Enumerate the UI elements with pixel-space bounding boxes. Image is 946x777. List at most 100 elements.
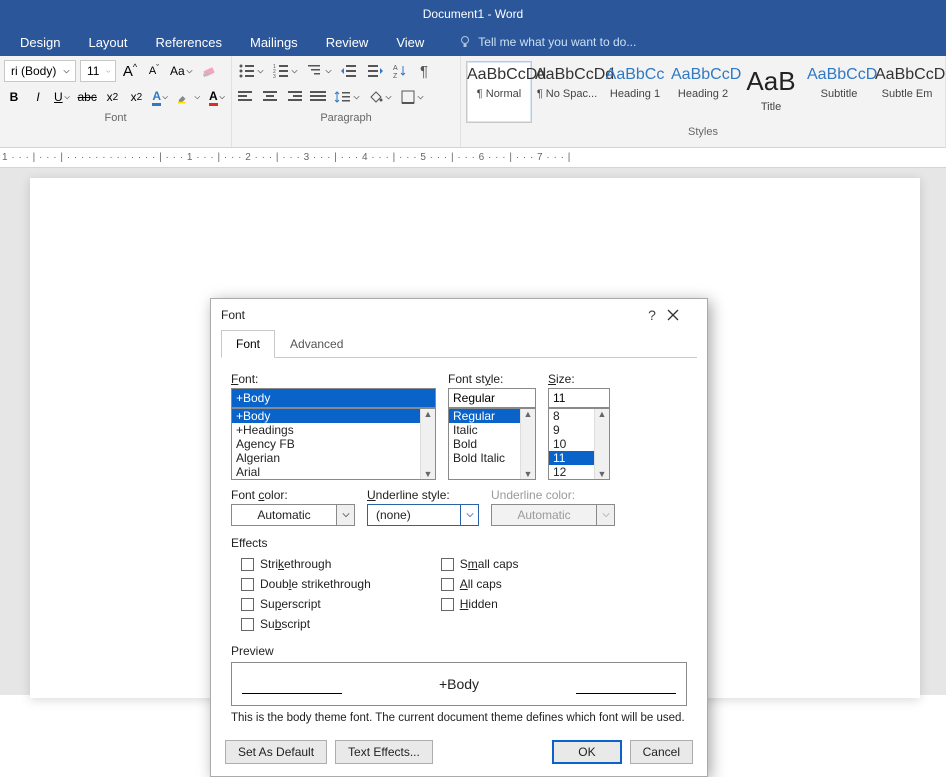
- style-card[interactable]: AaBbCcDSubtitle: [806, 61, 872, 123]
- ribbon-tab-layout[interactable]: Layout: [74, 28, 141, 56]
- align-right-button[interactable]: [284, 86, 304, 108]
- align-left-icon: [238, 90, 254, 104]
- style-card[interactable]: AaBbCcHeading 1: [602, 61, 668, 123]
- svg-text:A: A: [393, 65, 398, 72]
- window-titlebar: Document1 - Word: [0, 0, 946, 28]
- tab-advanced[interactable]: Advanced: [275, 330, 358, 358]
- align-left-button[interactable]: [236, 86, 256, 108]
- cancel-button[interactable]: Cancel: [630, 740, 693, 764]
- preview-text: +Body: [439, 676, 479, 692]
- style-card[interactable]: AaBbCcDd¶ Normal: [466, 61, 532, 123]
- scrollbar[interactable]: ▲▼: [420, 409, 435, 479]
- ribbon-tab-mailings[interactable]: Mailings: [236, 28, 312, 56]
- text-fill-button[interactable]: A: [207, 86, 227, 108]
- font-listbox[interactable]: +Body+HeadingsAgency FBAlgerianArial▲▼: [231, 408, 436, 480]
- ok-button[interactable]: OK: [552, 740, 621, 764]
- ribbon-group-styles: AaBbCcDd¶ NormalAaBbCcDd¶ No Spac...AaBb…: [461, 56, 946, 147]
- label: U: [54, 90, 63, 104]
- list-item[interactable]: Agency FB: [232, 437, 435, 451]
- style-sample: AaBbCcDd: [535, 66, 599, 84]
- font-name-combo[interactable]: ri (Body): [4, 60, 76, 82]
- highlight-button[interactable]: [174, 86, 203, 108]
- style-card[interactable]: AaBbCcDHeading 2: [670, 61, 736, 123]
- font-color-button[interactable]: A: [150, 86, 170, 108]
- superscript-button[interactable]: x2: [126, 86, 146, 108]
- eraser-icon: [201, 62, 219, 80]
- ribbon-tab-review[interactable]: Review: [312, 28, 383, 56]
- size-input[interactable]: [548, 388, 610, 408]
- justify-button[interactable]: [308, 86, 328, 108]
- font-input[interactable]: [231, 388, 436, 408]
- effect-superscript[interactable]: Superscript: [241, 594, 371, 614]
- ribbon-tab-view[interactable]: View: [382, 28, 438, 56]
- ribbon-group-font: ri (Body) 11 A^ Aˇ Aa B I U abc x2 x2 A: [0, 56, 232, 147]
- sort-button[interactable]: AZ: [390, 60, 410, 82]
- bullets-button[interactable]: [236, 60, 266, 82]
- scrollbar[interactable]: ▲▼: [520, 409, 535, 479]
- styles-gallery[interactable]: AaBbCcDd¶ NormalAaBbCcDd¶ No Spac...AaBb…: [465, 58, 941, 124]
- italic-button[interactable]: I: [28, 86, 48, 108]
- dialog-titlebar[interactable]: Font ?: [211, 299, 707, 329]
- checkbox[interactable]: [241, 618, 254, 631]
- size-listbox[interactable]: 89101112▲▼: [548, 408, 610, 480]
- effect-hidden[interactable]: Hidden: [441, 594, 519, 614]
- align-center-button[interactable]: [260, 86, 280, 108]
- underline-button[interactable]: U: [52, 86, 72, 108]
- checkbox[interactable]: [241, 558, 254, 571]
- ribbon-tab-design[interactable]: Design: [6, 28, 74, 56]
- style-card[interactable]: AaBbCcDdSubtle Em: [874, 61, 940, 123]
- change-case-button[interactable]: Aa: [168, 60, 195, 82]
- effect-subscript[interactable]: Subscript: [241, 614, 371, 634]
- numbering-button[interactable]: 123: [270, 60, 300, 82]
- font-color-combo[interactable]: Automatic: [231, 504, 355, 526]
- shading-button[interactable]: [366, 86, 394, 108]
- list-item[interactable]: Arial: [232, 465, 435, 479]
- ribbon-tab-references[interactable]: References: [142, 28, 236, 56]
- text-effects-button[interactable]: Text Effects...: [335, 740, 433, 764]
- list-item[interactable]: Algerian: [232, 451, 435, 465]
- font-style-listbox[interactable]: RegularItalicBoldBold Italic▲▼: [448, 408, 536, 480]
- font-style-input[interactable]: [448, 388, 536, 408]
- font-size-combo[interactable]: 11: [80, 60, 116, 82]
- effects-label: Effects: [231, 536, 687, 550]
- effect-double-strikethrough[interactable]: Double strikethrough: [241, 574, 371, 594]
- subscript-button[interactable]: x2: [102, 86, 122, 108]
- effect-all-caps[interactable]: All caps: [441, 574, 519, 594]
- close-button[interactable]: [667, 309, 697, 321]
- tell-me-search[interactable]: Tell me what you want to do...: [444, 28, 650, 56]
- help-button[interactable]: ?: [637, 307, 667, 323]
- grow-font-button[interactable]: A^: [120, 60, 140, 82]
- effect-small-caps[interactable]: Small caps: [441, 554, 519, 574]
- preview-box: +Body: [231, 662, 687, 706]
- line-spacing-button[interactable]: [332, 86, 362, 108]
- tab-font[interactable]: Font: [221, 330, 275, 358]
- ribbon-group-label: Font: [4, 110, 227, 127]
- borders-button[interactable]: [398, 86, 426, 108]
- strikethrough-button[interactable]: abc: [76, 86, 98, 108]
- checkbox[interactable]: [241, 578, 254, 591]
- list-item[interactable]: +Headings: [232, 423, 435, 437]
- bold-button[interactable]: B: [4, 86, 24, 108]
- checkbox[interactable]: [241, 598, 254, 611]
- shrink-font-button[interactable]: Aˇ: [144, 60, 164, 82]
- label: Double strikethrough: [260, 577, 371, 591]
- effect-strikethrough[interactable]: Strikethrough: [241, 554, 371, 574]
- scrollbar[interactable]: ▲▼: [594, 409, 609, 479]
- style-card[interactable]: AaBbCcDd¶ No Spac...: [534, 61, 600, 123]
- style-card[interactable]: AaBTitle: [738, 61, 804, 123]
- window-title: Document1 - Word: [423, 7, 523, 21]
- set-default-button[interactable]: Set As Default: [225, 740, 327, 764]
- multilevel-list-button[interactable]: [304, 60, 334, 82]
- indent-icon: [366, 63, 384, 79]
- checkbox[interactable]: [441, 558, 454, 571]
- label: A: [123, 63, 133, 80]
- list-item[interactable]: +Body: [232, 409, 435, 423]
- clear-formatting-button[interactable]: [199, 60, 221, 82]
- decrease-indent-button[interactable]: [338, 60, 360, 82]
- show-hide-button[interactable]: ¶: [414, 60, 434, 82]
- checkbox[interactable]: [441, 578, 454, 591]
- chevron-down-icon: [106, 68, 111, 75]
- increase-indent-button[interactable]: [364, 60, 386, 82]
- checkbox[interactable]: [441, 598, 454, 611]
- underline-style-combo[interactable]: (none): [367, 504, 479, 526]
